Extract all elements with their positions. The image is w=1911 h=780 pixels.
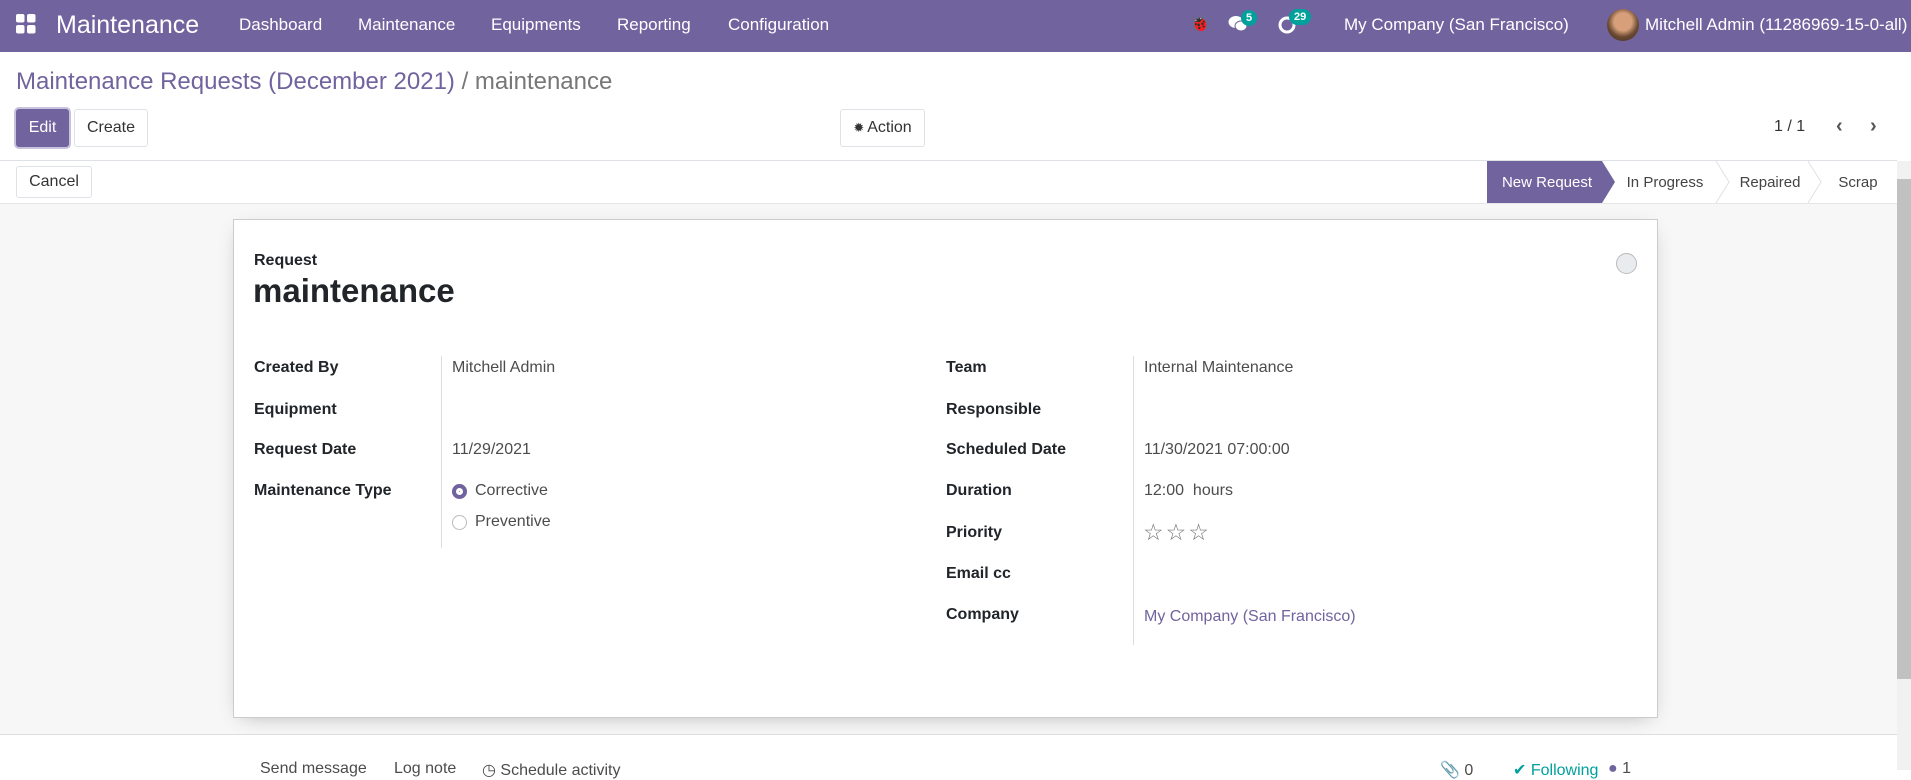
stage-in-progress[interactable]: In Progress bbox=[1612, 161, 1718, 203]
debug-bug-icon[interactable]: 🐞 bbox=[1190, 0, 1210, 50]
send-message-button[interactable]: Send message bbox=[260, 760, 367, 778]
preventive-label: Preventive bbox=[475, 513, 551, 530]
company-switcher[interactable]: My Company (San Francisco) bbox=[1344, 0, 1569, 50]
maintenance-type-label: Maintenance Type bbox=[254, 482, 392, 499]
apps-menu-icon[interactable] bbox=[15, 13, 37, 35]
action-label: Action bbox=[867, 119, 912, 136]
check-icon: ✔ bbox=[1513, 762, 1527, 779]
log-note-button[interactable]: Log note bbox=[394, 760, 456, 778]
left-divider bbox=[441, 356, 442, 548]
gear-icon: ✹ bbox=[853, 120, 865, 135]
pager-value[interactable]: 1 / 1 bbox=[1774, 118, 1805, 136]
app-name[interactable]: Maintenance bbox=[56, 0, 199, 50]
stage-scrap[interactable]: Scrap bbox=[1818, 161, 1898, 203]
menu-equipments[interactable]: Equipments bbox=[491, 0, 581, 50]
menu-reporting[interactable]: Reporting bbox=[617, 0, 691, 50]
responsible-label: Responsible bbox=[946, 401, 1042, 418]
team-label: Team bbox=[946, 359, 987, 376]
followers-count: 1 bbox=[1622, 760, 1632, 777]
top-navbar: Maintenance Dashboard Maintenance Equipm… bbox=[0, 0, 1911, 52]
corrective-label: Corrective bbox=[475, 482, 548, 499]
email-cc-label: Email cc bbox=[946, 565, 1011, 582]
following-button[interactable]: ✔ Following bbox=[1513, 760, 1598, 780]
breadcrumb-current: maintenance bbox=[474, 68, 613, 95]
priority-stars[interactable]: ☆☆☆ bbox=[1143, 519, 1211, 546]
star-icon[interactable]: ☆ bbox=[1188, 519, 1211, 545]
request-date-value: 11/29/2021 bbox=[452, 441, 531, 458]
followers-button[interactable]: ● 1 bbox=[1608, 760, 1631, 778]
pager-previous-icon[interactable]: ‹ bbox=[1836, 115, 1843, 138]
user-menu[interactable]: Mitchell Admin (11286969-15-0-all) bbox=[1645, 0, 1907, 50]
scheduled-date-label: Scheduled Date bbox=[946, 441, 1067, 458]
request-name: maintenance bbox=[253, 272, 455, 309]
pager-next-icon[interactable]: › bbox=[1870, 115, 1877, 138]
paperclip-icon: 📎 bbox=[1440, 762, 1460, 779]
person-icon: ● bbox=[1608, 760, 1618, 777]
created-by-value[interactable]: Mitchell Admin bbox=[452, 359, 555, 377]
duration-label: Duration bbox=[946, 482, 1012, 499]
kanban-state-icon[interactable] bbox=[1616, 253, 1637, 274]
company-label: Company bbox=[946, 606, 1019, 623]
breadcrumb-parent[interactable]: Maintenance Requests (December 2021) bbox=[16, 68, 455, 95]
messages-badge: 5 bbox=[1241, 10, 1258, 26]
star-icon[interactable]: ☆ bbox=[1166, 519, 1189, 545]
action-button[interactable]: ✹ Action bbox=[840, 109, 925, 147]
scrollbar[interactable] bbox=[1897, 161, 1911, 770]
preventive-radio[interactable] bbox=[452, 515, 467, 530]
activities-badge: 29 bbox=[1289, 9, 1312, 25]
attachments-button[interactable]: 📎 0 bbox=[1440, 760, 1473, 780]
star-icon[interactable]: ☆ bbox=[1143, 519, 1166, 545]
attachments-count: 0 bbox=[1464, 762, 1474, 779]
menu-maintenance[interactable]: Maintenance bbox=[358, 0, 455, 50]
user-avatar[interactable] bbox=[1607, 9, 1639, 41]
clock-icon: ◷ bbox=[482, 762, 501, 779]
stage-new-request[interactable]: New Request bbox=[1487, 161, 1607, 203]
menu-dashboard[interactable]: Dashboard bbox=[239, 0, 322, 50]
following-label: Following bbox=[1530, 762, 1599, 779]
right-divider bbox=[1133, 356, 1134, 645]
schedule-activity-button[interactable]: ◷ Schedule activity bbox=[482, 760, 620, 780]
breadcrumb: Maintenance Requests (December 2021) / m… bbox=[16, 68, 612, 96]
schedule-activity-label: Schedule activity bbox=[500, 762, 621, 779]
equipment-label: Equipment bbox=[254, 401, 337, 418]
duration-value: 12:00 hours bbox=[1144, 482, 1233, 499]
company-value[interactable]: My Company (San Francisco) bbox=[1144, 608, 1356, 626]
priority-label: Priority bbox=[946, 524, 1003, 541]
edit-button[interactable]: Edit bbox=[16, 109, 69, 147]
cancel-button[interactable]: Cancel bbox=[16, 166, 92, 198]
stage-repaired[interactable]: Repaired bbox=[1720, 161, 1820, 203]
created-by-label: Created By bbox=[254, 359, 339, 376]
corrective-radio[interactable] bbox=[452, 484, 467, 499]
create-button[interactable]: Create bbox=[74, 109, 148, 147]
request-label: Request bbox=[254, 252, 318, 269]
scheduled-date-value: 11/30/2021 07:00:00 bbox=[1144, 441, 1290, 458]
request-date-label: Request Date bbox=[254, 441, 357, 458]
team-value[interactable]: Internal Maintenance bbox=[1144, 359, 1293, 377]
breadcrumb-separator: / bbox=[461, 68, 469, 95]
menu-configuration[interactable]: Configuration bbox=[728, 0, 829, 50]
